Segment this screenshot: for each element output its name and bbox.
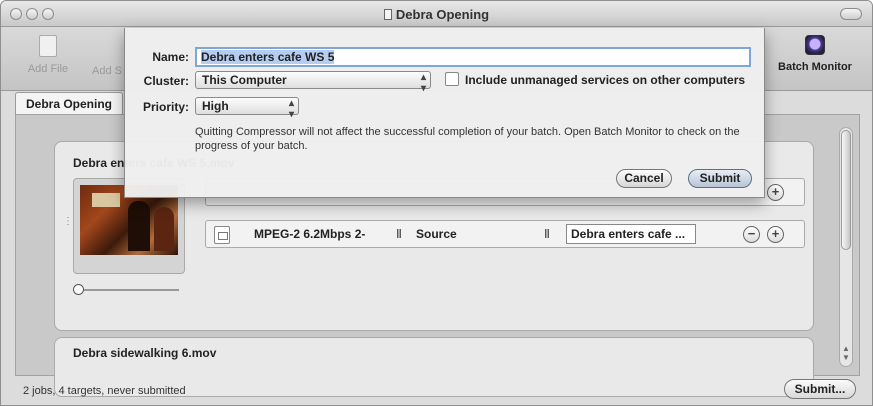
- name-label: Name:: [152, 50, 189, 64]
- output-filename-field[interactable]: Debra enters cafe ...: [566, 224, 696, 244]
- scrubber-knob[interactable]: [73, 284, 84, 295]
- add-surround-button[interactable]: Add S: [87, 35, 127, 77]
- submit-button[interactable]: Submit: [688, 169, 752, 188]
- toolbar-toggle-button[interactable]: [840, 8, 862, 20]
- add-file-label: Add File: [27, 63, 69, 75]
- cluster-label: Cluster:: [143, 74, 189, 88]
- info-message: Quitting Compressor will not affect the …: [195, 126, 740, 152]
- batch-name-field[interactable]: Debra enters cafe WS 5: [195, 47, 751, 67]
- add-file-button[interactable]: Add File: [23, 35, 73, 75]
- include-unmanaged-label[interactable]: Include unmanaged services on other comp…: [465, 73, 745, 87]
- document-icon: [214, 226, 230, 244]
- priority-value: High: [202, 99, 229, 113]
- cluster-value: This Computer: [202, 73, 287, 87]
- scrubber-track: [79, 289, 179, 291]
- target-row[interactable]: MPEG-2 6.2Mbps 2- ‖ Source ‖ Debra enter…: [205, 220, 805, 248]
- window-title: Debra Opening: [1, 7, 872, 22]
- thumbnail-scrubber[interactable]: [73, 284, 183, 296]
- submit-sheet: Name: Debra enters cafe WS 5 Cluster: Th…: [124, 28, 765, 198]
- cluster-popup[interactable]: This Computer ▴ ▾: [195, 71, 431, 94]
- scrollbar-thumb[interactable]: [841, 130, 851, 250]
- column-separator: ‖: [544, 227, 550, 241]
- column-separator: ‖: [396, 227, 402, 241]
- submit-batch-button[interactable]: Submit...: [784, 379, 856, 399]
- remove-target-button[interactable]: −: [743, 226, 760, 243]
- batch-monitor-button[interactable]: Batch Monitor: [770, 35, 860, 73]
- status-text: 2 jobs, 4 targets, never submitted: [23, 385, 186, 397]
- job-title: Debra sidewalking 6.mov: [73, 346, 217, 360]
- window-title-text: Debra Opening: [395, 7, 490, 22]
- drag-handle-icon[interactable]: ⋮: [63, 216, 73, 227]
- document-proxy-icon: [383, 9, 392, 20]
- compressor-window: Debra Opening Add File Add S Batch Monit…: [0, 0, 873, 406]
- document-plus-icon: [39, 35, 57, 57]
- add-target-button[interactable]: +: [767, 184, 784, 201]
- cancel-button[interactable]: Cancel: [616, 169, 672, 188]
- priority-label: Priority:: [142, 100, 189, 114]
- add-surround-label: Add S: [92, 65, 122, 77]
- include-unmanaged-checkbox[interactable]: [445, 72, 459, 86]
- target-destination[interactable]: Source: [416, 227, 457, 241]
- popup-arrows-icon: ▴ ▾: [420, 72, 426, 94]
- batch-name-value: Debra enters cafe WS 5: [201, 50, 335, 64]
- tab-debra-opening[interactable]: Debra Opening: [15, 92, 124, 114]
- batch-monitor-icon: [805, 35, 825, 55]
- popup-arrows-icon: ▴ ▾: [288, 98, 294, 120]
- add-target-button[interactable]: +: [767, 226, 784, 243]
- target-preset[interactable]: MPEG-2 6.2Mbps 2-: [254, 227, 365, 241]
- title-bar[interactable]: Debra Opening: [1, 1, 872, 27]
- batch-monitor-label: Batch Monitor: [778, 61, 852, 73]
- scroll-arrows-icon[interactable]: ▲ ▼: [841, 344, 851, 362]
- vertical-scrollbar[interactable]: ▲ ▼: [839, 127, 853, 367]
- priority-popup[interactable]: High ▴ ▾: [195, 97, 299, 120]
